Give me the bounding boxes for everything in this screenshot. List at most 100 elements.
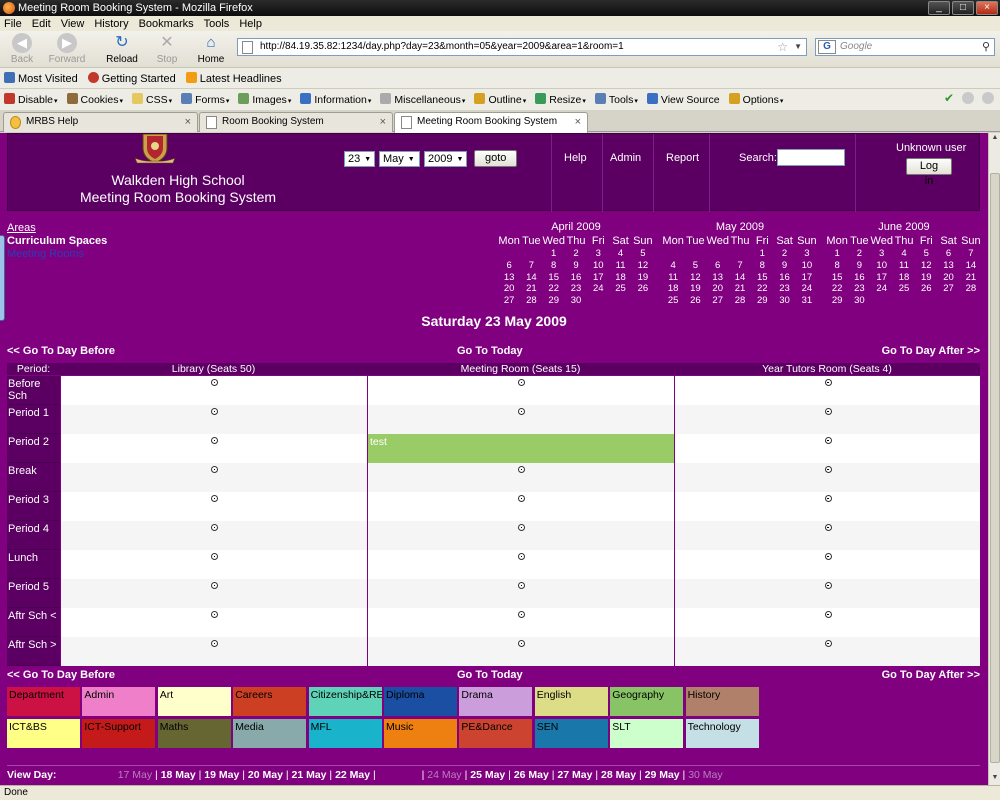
month-select[interactable]: May ▼ <box>379 150 420 167</box>
booking-entry[interactable]: test <box>368 434 674 463</box>
view-day-link[interactable]: 26 May <box>514 769 549 781</box>
calendar-day[interactable]: 7 <box>729 260 751 272</box>
today-link[interactable]: Go To Today <box>457 345 523 357</box>
new-booking-icon[interactable] <box>518 611 525 618</box>
calendar-day[interactable]: 16 <box>565 272 587 284</box>
calendar-day[interactable]: 20 <box>498 283 520 295</box>
calendar-day[interactable]: 22 <box>751 283 773 295</box>
calendar-day[interactable]: 18 <box>662 283 684 295</box>
devbar-information[interactable]: Information▾ <box>300 93 371 106</box>
calendar-day[interactable]: 5 <box>684 260 706 272</box>
calendar-day[interactable]: 30 <box>565 295 587 307</box>
calendar-day[interactable]: 11 <box>609 260 631 272</box>
new-booking-icon[interactable] <box>211 495 218 502</box>
calendar-day[interactable]: 21 <box>520 283 542 295</box>
new-booking-icon[interactable] <box>824 379 832 386</box>
booking-slot[interactable] <box>367 405 674 434</box>
minimize-button[interactable]: _ <box>928 1 950 15</box>
calendar-day[interactable]: 9 <box>773 260 795 272</box>
calendar-day[interactable]: 29 <box>826 295 848 307</box>
back-button[interactable]: ◀ Back <box>0 33 44 67</box>
calendar-day[interactable]: 16 <box>848 272 870 284</box>
close-tab-icon[interactable]: × <box>185 113 191 131</box>
calendar-day[interactable]: 8 <box>826 260 848 272</box>
devbar-resize[interactable]: Resize▾ <box>535 93 586 106</box>
home-button[interactable]: ⌂ Home <box>189 33 233 67</box>
forward-button[interactable]: ▶ Forward <box>45 33 89 67</box>
calendar-day[interactable]: 2 <box>848 248 870 260</box>
calendar-day[interactable]: 1 <box>751 248 773 260</box>
bookmark-most-visited[interactable]: Most Visited <box>4 71 78 85</box>
new-booking-icon[interactable] <box>518 466 525 473</box>
calendar-day[interactable]: 5 <box>632 248 654 260</box>
calendar-day[interactable]: 25 <box>893 283 915 295</box>
booking-slot[interactable] <box>367 492 674 521</box>
report-link[interactable]: Report <box>666 152 699 164</box>
booking-slot[interactable] <box>60 608 367 637</box>
booking-slot[interactable] <box>60 492 367 521</box>
new-booking-icon[interactable] <box>518 495 525 502</box>
booking-slot[interactable] <box>367 550 674 579</box>
new-booking-icon[interactable] <box>824 437 832 444</box>
calendar-day[interactable]: 12 <box>915 260 937 272</box>
day-after-link[interactable]: Go To Day After >> <box>882 345 980 357</box>
booking-slot[interactable] <box>367 463 674 492</box>
calendar-day[interactable]: 29 <box>543 295 565 307</box>
menu-edit[interactable]: Edit <box>32 18 51 30</box>
booking-slot[interactable] <box>674 434 980 463</box>
view-day-link[interactable]: 29 May <box>645 769 680 781</box>
calendar-day[interactable]: 13 <box>498 272 520 284</box>
sidebar-toggle-tab[interactable] <box>0 235 5 321</box>
view-day-link[interactable]: 21 May <box>291 769 326 781</box>
calendar-day[interactable]: 10 <box>587 260 609 272</box>
vertical-scrollbar[interactable]: ▲ ▼ <box>988 133 1000 785</box>
new-booking-icon[interactable] <box>824 553 832 560</box>
search-icon[interactable]: ⚲ <box>982 39 990 55</box>
calendar-day[interactable]: 4 <box>662 260 684 272</box>
booking-slot[interactable] <box>367 608 674 637</box>
calendar-day[interactable]: 28 <box>520 295 542 307</box>
calendar-day[interactable]: 7 <box>520 260 542 272</box>
booking-slot[interactable] <box>60 376 367 405</box>
calendar-day[interactable]: 6 <box>498 260 520 272</box>
calendar-day[interactable]: 3 <box>871 248 893 260</box>
new-booking-icon[interactable] <box>824 611 832 618</box>
calendar-day[interactable]: 24 <box>796 283 818 295</box>
calendar-day[interactable]: 14 <box>960 260 982 272</box>
calendar-day[interactable]: 13 <box>937 260 959 272</box>
day-after-link[interactable]: Go To Day After >> <box>882 669 980 681</box>
calendar-day[interactable]: 18 <box>893 272 915 284</box>
calendar-day[interactable]: 10 <box>796 260 818 272</box>
calendar-day[interactable]: 1 <box>543 248 565 260</box>
new-booking-icon[interactable] <box>518 408 525 415</box>
view-day-link[interactable]: 18 May <box>161 769 196 781</box>
url-dropdown-icon[interactable]: ▼ <box>794 39 802 55</box>
new-booking-icon[interactable] <box>211 611 218 618</box>
view-day-link[interactable]: 25 May <box>470 769 505 781</box>
calendar-day[interactable]: 16 <box>773 272 795 284</box>
calendar-day[interactable]: 24 <box>587 283 609 295</box>
devbar-images[interactable]: Images▾ <box>238 93 291 106</box>
calendar-day[interactable]: 11 <box>662 272 684 284</box>
new-booking-icon[interactable] <box>824 582 832 589</box>
view-day-link[interactable]: 20 May <box>248 769 283 781</box>
day-before-link[interactable]: << Go To Day Before <box>7 345 115 357</box>
calendar-day[interactable]: 6 <box>707 260 729 272</box>
today-link[interactable]: Go To Today <box>457 669 523 681</box>
close-window-button[interactable]: × <box>976 1 998 15</box>
booking-slot[interactable] <box>367 376 674 405</box>
calendar-day[interactable]: 20 <box>937 272 959 284</box>
menu-history[interactable]: History <box>94 18 128 30</box>
booking-slot[interactable] <box>367 579 674 608</box>
calendar-day[interactable]: 3 <box>587 248 609 260</box>
day-select[interactable]: 23 ▼ <box>344 150 375 167</box>
calendar-day[interactable]: 30 <box>848 295 870 307</box>
view-day-link[interactable]: 19 May <box>204 769 239 781</box>
login-button[interactable]: Log in <box>906 158 952 187</box>
calendar-day[interactable]: 1 <box>826 248 848 260</box>
tab-meeting-room-booking[interactable]: Meeting Room Booking System × <box>394 112 588 133</box>
view-day-link[interactable]: 23 May <box>379 766 419 784</box>
calendar-day[interactable]: 29 <box>751 295 773 307</box>
calendar-day[interactable]: 15 <box>751 272 773 284</box>
calendar-day[interactable]: 26 <box>632 283 654 295</box>
